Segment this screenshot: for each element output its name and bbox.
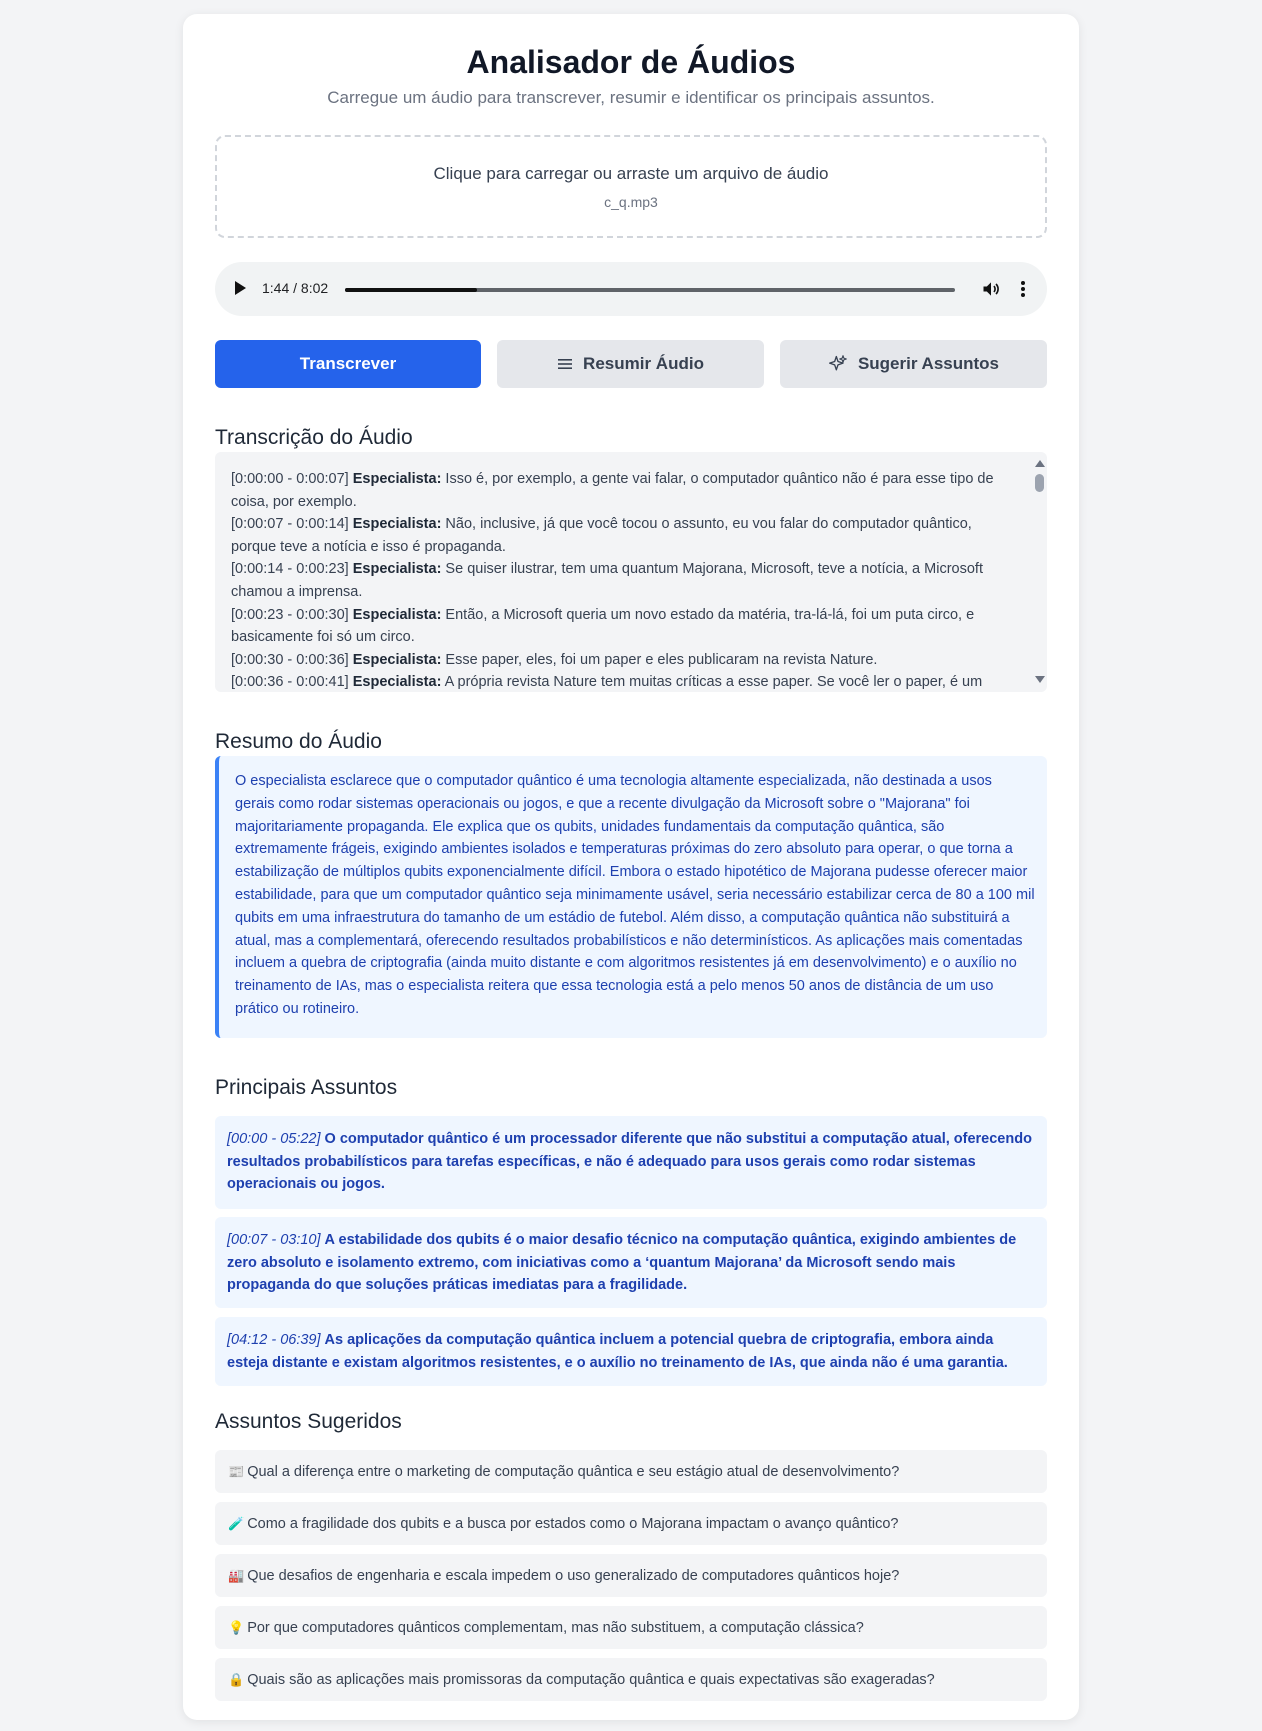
newspaper-icon: 📰 <box>228 1463 245 1479</box>
transcript-line: [0:00:30 - 0:00:36] Especialista: Esse p… <box>231 649 1011 672</box>
page-subtitle: Carregue um áudio para transcrever, resu… <box>327 88 935 107</box>
scroll-up-arrow-icon[interactable] <box>1035 460 1045 467</box>
upload-prompt: Clique para carregar ou arraste um arqui… <box>433 164 829 183</box>
topic-text: O computador quântico é um processador d… <box>227 1131 1032 1193</box>
audio-player: 1:44 / 8:02 <box>215 262 1047 316</box>
uploaded-filename: c_q.mp3 <box>604 194 658 210</box>
list-icon <box>558 359 573 369</box>
playback-time: 1:44 / 8:02 <box>262 280 329 296</box>
more-options-icon[interactable] <box>1015 279 1031 299</box>
topics-heading: Principais Assuntos <box>215 1076 398 1099</box>
lock-icon: 🔒 <box>228 1671 245 1687</box>
suggestions-heading: Assuntos Sugeridos <box>215 1410 402 1433</box>
transcript-timestamp: [0:00:07 - 0:00:14] <box>231 516 353 533</box>
transcript-speaker: Especialista: <box>352 516 442 533</box>
lightbulb-icon: 💡 <box>228 1619 245 1635</box>
volume-icon[interactable] <box>980 279 1002 299</box>
transcribe-button[interactable]: Transcrever <box>215 340 481 388</box>
suggest-topics-button[interactable]: Sugerir Assuntos <box>780 340 1047 388</box>
topic-item: [04:12 - 06:39] As aplicações da computa… <box>215 1317 1047 1386</box>
suggest-button-label: Sugerir Assuntos <box>857 354 1000 373</box>
transcript-speaker: Especialista: <box>352 561 442 578</box>
factory-icon: 🏭 <box>228 1567 245 1583</box>
seek-bar-progress <box>345 288 477 292</box>
transcript-panel[interactable]: [0:00:00 - 0:00:07] Especialista: Isso é… <box>215 452 1047 692</box>
transcript-speaker: Especialista: <box>352 674 442 691</box>
topic-timestamp: [00:00 - 05:22] <box>227 1131 321 1147</box>
topic-item: [00:07 - 03:10] A estabilidade dos qubit… <box>215 1217 1047 1308</box>
transcript-text-segment: Esse paper, eles, foi um paper e eles pu… <box>441 651 878 668</box>
topic-timestamp: [04:12 - 06:39] <box>227 1332 321 1348</box>
transcript-line: [0:00:23 - 0:00:30] Especialista: Então,… <box>231 604 1011 649</box>
transcript-line: [0:00:14 - 0:00:23] Especialista: Se qui… <box>231 558 1011 603</box>
topic-timestamp: [00:07 - 03:10] <box>227 1232 321 1248</box>
play-icon[interactable] <box>235 281 246 295</box>
transcript-speaker: Especialista: <box>352 606 442 623</box>
suggestion-item[interactable]: 📰 Qual a diferença entre o marketing de … <box>215 1450 1047 1493</box>
transcript-line: [0:00:07 - 0:00:14] Especialista: Não, i… <box>231 513 1011 558</box>
suggestion-text: Qual a diferença entre o marketing de co… <box>247 1463 900 1480</box>
suggestion-text: Que desafios de engenharia e escala impe… <box>247 1567 900 1584</box>
transcript-speaker: Especialista: <box>352 651 442 668</box>
transcript-speaker: Especialista: <box>352 471 442 487</box>
suggestion-item[interactable]: 💡 Por que computadores quânticos complem… <box>215 1606 1047 1649</box>
suggestion-text: Como a fragilidade dos qubits e a busca … <box>247 1515 899 1532</box>
transcript-line: [0:00:00 - 0:00:07] Especialista: Isso é… <box>231 468 1011 513</box>
transcript-text-segment: A própria revista Nature tem muitas crít… <box>441 674 983 691</box>
main-card: Analisador de Áudios Carregue um áudio p… <box>183 14 1079 1720</box>
summary-heading: Resumo do Áudio <box>215 730 382 753</box>
transcript-timestamp: [0:00:00 - 0:00:07] <box>231 471 353 487</box>
transcript-heading: Transcrição do Áudio <box>215 426 413 449</box>
test-tube-icon: 🧪 <box>228 1515 245 1531</box>
transcript-timestamp: [0:00:36 - 0:00:41] <box>231 674 353 691</box>
suggestion-text: Quais são as aplicações mais promissoras… <box>247 1671 935 1688</box>
suggestion-text: Por que computadores quânticos complemen… <box>247 1619 864 1636</box>
transcript-line: [0:00:36 - 0:00:41] Especialista: A próp… <box>231 671 1011 692</box>
transcript-timestamp: [0:00:23 - 0:00:30] <box>231 606 353 623</box>
summarize-button-label: Resumir Áudio <box>583 354 704 373</box>
transcribe-button-label: Transcrever <box>299 354 397 373</box>
topic-item: [00:00 - 05:22] O computador quântico é … <box>215 1116 1047 1209</box>
summarize-button[interactable]: Resumir Áudio <box>497 340 764 388</box>
transcript-timestamp: [0:00:30 - 0:00:36] <box>231 651 353 668</box>
scroll-thumb[interactable] <box>1035 474 1044 492</box>
transcript-text: [0:00:00 - 0:00:07] Especialista: Isso é… <box>231 468 1011 692</box>
summary-panel: O especialista esclarece que o computado… <box>215 756 1047 1038</box>
transcript-timestamp: [0:00:14 - 0:00:23] <box>231 561 353 578</box>
topic-text: As aplicações da computação quântica inc… <box>227 1332 1008 1371</box>
seek-bar[interactable] <box>345 288 955 292</box>
suggestion-item[interactable]: 🔒 Quais são as aplicações mais promissor… <box>215 1658 1047 1701</box>
suggestion-item[interactable]: 🏭 Que desafios de engenharia e escala im… <box>215 1554 1047 1597</box>
suggestion-item[interactable]: 🧪 Como a fragilidade dos qubits e a busc… <box>215 1502 1047 1545</box>
summary-text: O especialista esclarece que o computado… <box>235 773 1035 1017</box>
scroll-down-arrow-icon[interactable] <box>1035 676 1045 683</box>
audio-upload-dropzone[interactable]: Clique para carregar ou arraste um arqui… <box>215 135 1047 238</box>
sparkles-icon <box>828 355 847 371</box>
transcript-scrollbar[interactable] <box>1031 452 1047 692</box>
page-title: Analisador de Áudios <box>466 44 796 80</box>
topic-text: A estabilidade dos qubits é o maior desa… <box>227 1232 1017 1294</box>
